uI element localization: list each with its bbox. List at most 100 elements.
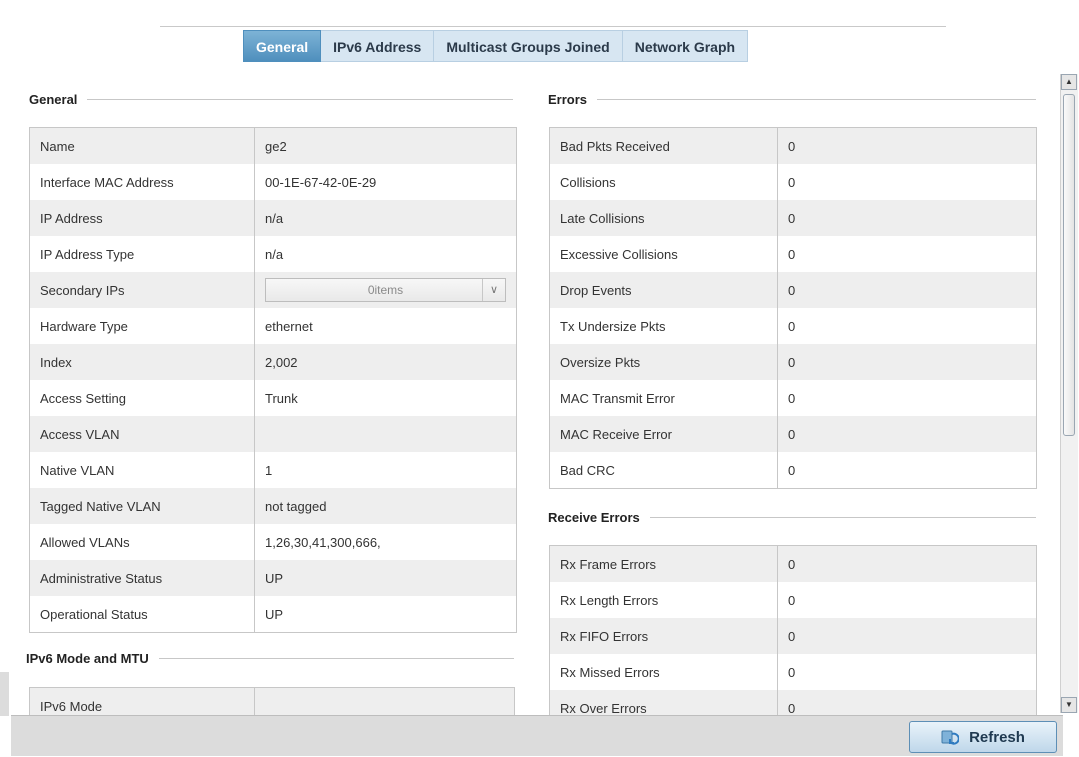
tab-network-graph[interactable]: Network Graph [622, 30, 749, 62]
general-section-title: General [29, 92, 78, 107]
scroll-up-arrow-icon[interactable]: ▲ [1061, 74, 1077, 90]
secondary-ips-count: 0items [367, 283, 404, 297]
label-oversize-pkts: Oversize Pkts [549, 344, 778, 380]
value-rx-missed-errors: 0 [777, 654, 1037, 690]
table-row: Access Setting Trunk [29, 380, 517, 416]
value-access-vlan [254, 416, 517, 452]
table-row: Interface MAC Address 00-1E-67-42-0E-29 [29, 164, 517, 200]
receive-errors-section-header: Receive Errors [548, 510, 1036, 525]
tab-bar-divider [160, 26, 946, 27]
label-ip-address: IP Address [29, 200, 255, 236]
label-operational-status: Operational Status [29, 596, 255, 633]
table-row: Allowed VLANs 1,26,30,41,300,666, [29, 524, 517, 560]
value-tagged-native-vlan: not tagged [254, 488, 517, 524]
ipv6-section-title: IPv6 Mode and MTU [26, 651, 149, 666]
label-access-setting: Access Setting [29, 380, 255, 416]
label-late-collisions: Late Collisions [549, 200, 778, 236]
label-rx-frame-errors: Rx Frame Errors [549, 545, 778, 582]
label-rx-fifo-errors: Rx FIFO Errors [549, 618, 778, 654]
label-collisions: Collisions [549, 164, 778, 200]
footer-bar: Refresh [11, 715, 1063, 756]
table-row: Rx Length Errors 0 [549, 582, 1037, 618]
label-bad-pkts-received: Bad Pkts Received [549, 127, 778, 164]
label-interface-mac-address: Interface MAC Address [29, 164, 255, 200]
value-administrative-status: UP [254, 560, 517, 596]
value-tx-undersize-pkts: 0 [777, 308, 1037, 344]
chevron-down-icon[interactable]: ∨ [482, 279, 505, 301]
scrollbar-thumb[interactable] [1063, 94, 1075, 436]
tab-ipv6-address[interactable]: IPv6 Address [321, 30, 435, 62]
label-access-vlan: Access VLAN [29, 416, 255, 452]
value-collisions: 0 [777, 164, 1037, 200]
value-name: ge2 [254, 127, 517, 164]
value-drop-events: 0 [777, 272, 1037, 308]
table-row: Rx FIFO Errors 0 [549, 618, 1037, 654]
receive-errors-table: Rx Frame Errors 0 Rx Length Errors 0 Rx FIFO… [549, 545, 1037, 727]
table-row: Administrative Status UP [29, 560, 517, 596]
value-secondary-ips: 0items ∨ [254, 272, 517, 308]
table-row: Bad Pkts Received 0 [549, 127, 1037, 164]
errors-section-title: Errors [548, 92, 588, 107]
tab-multicast-groups-joined[interactable]: Multicast Groups Joined [434, 30, 623, 62]
label-ip-address-type: IP Address Type [29, 236, 255, 272]
value-operational-status: UP [254, 596, 517, 633]
scroll-down-arrow-icon[interactable]: ▼ [1061, 697, 1077, 713]
general-section-header: General [29, 92, 513, 107]
label-mac-receive-error: MAC Receive Error [549, 416, 778, 452]
receive-errors-section-title: Receive Errors [548, 510, 640, 525]
table-row: Hardware Type ethernet [29, 308, 517, 344]
label-name: Name [29, 127, 255, 164]
table-row: Excessive Collisions 0 [549, 236, 1037, 272]
table-row: Operational Status UP [29, 596, 517, 633]
label-secondary-ips: Secondary IPs [29, 272, 255, 308]
label-bad-crc: Bad CRC [549, 452, 778, 489]
label-rx-missed-errors: Rx Missed Errors [549, 654, 778, 690]
label-tx-undersize-pkts: Tx Undersize Pkts [549, 308, 778, 344]
general-table: Name ge2 Interface MAC Address 00-1E-67-42-… [29, 127, 517, 633]
refresh-button[interactable]: Refresh [909, 721, 1057, 753]
tab-general[interactable]: General [243, 30, 322, 62]
label-allowed-vlans: Allowed VLANs [29, 524, 255, 560]
label-index: Index [29, 344, 255, 380]
table-row: Secondary IPs 0items ∨ [29, 272, 517, 308]
table-row: Drop Events 0 [549, 272, 1037, 308]
table-row: Bad CRC 0 [549, 452, 1037, 489]
value-bad-pkts-received: 0 [777, 127, 1037, 164]
table-row: Rx Missed Errors 0 [549, 654, 1037, 690]
label-hardware-type: Hardware Type [29, 308, 255, 344]
table-row: IP Address Type n/a [29, 236, 517, 272]
label-rx-length-errors: Rx Length Errors [549, 582, 778, 618]
secondary-ips-dropdown[interactable]: 0items ∨ [265, 278, 506, 302]
refresh-icon [941, 730, 960, 745]
value-mac-transmit-error: 0 [777, 380, 1037, 416]
vertical-scrollbar[interactable]: ▲ ▼ [1060, 74, 1078, 713]
value-native-vlan: 1 [254, 452, 517, 488]
value-interface-mac-address: 00-1E-67-42-0E-29 [254, 164, 517, 200]
value-index: 2,002 [254, 344, 517, 380]
label-drop-events: Drop Events [549, 272, 778, 308]
errors-table: Bad Pkts Received 0 Collisions 0 Late Collis… [549, 127, 1037, 489]
table-row: Tagged Native VLAN not tagged [29, 488, 517, 524]
value-access-setting: Trunk [254, 380, 517, 416]
label-tagged-native-vlan: Tagged Native VLAN [29, 488, 255, 524]
value-hardware-type: ethernet [254, 308, 517, 344]
value-allowed-vlans: 1,26,30,41,300,666, [254, 524, 517, 560]
value-rx-frame-errors: 0 [777, 545, 1037, 582]
table-row: Rx Frame Errors 0 [549, 545, 1037, 582]
label-native-vlan: Native VLAN [29, 452, 255, 488]
tab-bar: General IPv6 Address Multicast Groups Jo… [243, 30, 749, 62]
label-excessive-collisions: Excessive Collisions [549, 236, 778, 272]
value-bad-crc: 0 [777, 452, 1037, 489]
table-row: IP Address n/a [29, 200, 517, 236]
table-row: Collisions 0 [549, 164, 1037, 200]
table-row: Late Collisions 0 [549, 200, 1037, 236]
table-row: MAC Receive Error 0 [549, 416, 1037, 452]
table-row: Name ge2 [29, 127, 517, 164]
table-row: Access VLAN [29, 416, 517, 452]
label-administrative-status: Administrative Status [29, 560, 255, 596]
errors-section-header: Errors [548, 92, 1036, 107]
value-late-collisions: 0 [777, 200, 1037, 236]
value-rx-fifo-errors: 0 [777, 618, 1037, 654]
table-row: Native VLAN 1 [29, 452, 517, 488]
ipv6-section-header: IPv6 Mode and MTU [26, 651, 514, 666]
